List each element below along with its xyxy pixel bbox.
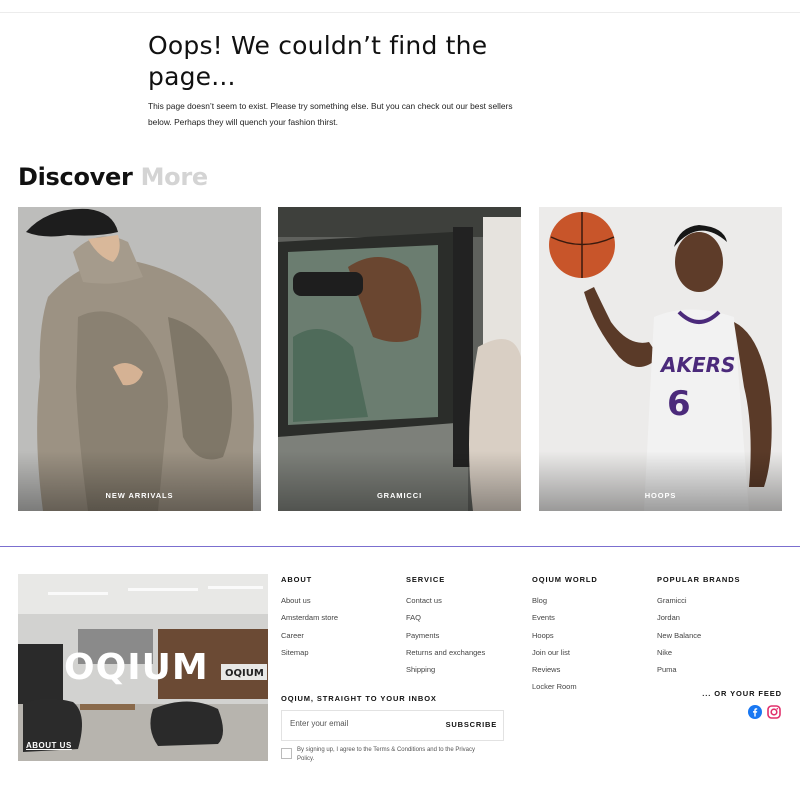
footer-link[interactable]: About us xyxy=(281,596,338,605)
card-label: NEW ARRIVALS xyxy=(105,491,174,500)
discover-heading: Discover More xyxy=(18,163,208,191)
footer-link[interactable]: Blog xyxy=(532,596,598,605)
footer-link[interactable]: Career xyxy=(281,631,338,640)
instagram-icon[interactable] xyxy=(767,705,781,719)
facebook-icon[interactable] xyxy=(748,705,762,719)
top-divider xyxy=(0,12,800,13)
footer-column-service: SERVICE Contact us FAQ Payments Returns … xyxy=(406,575,485,682)
card-shade xyxy=(278,451,521,511)
social-title: ... OR YOUR FEED xyxy=(702,689,782,698)
email-input[interactable] xyxy=(290,719,430,728)
error-message: This page doesn’t seem to exist. Please … xyxy=(148,101,513,127)
footer-link[interactable]: Hoops xyxy=(532,631,598,640)
footer-link[interactable]: Contact us xyxy=(406,596,485,605)
footer-link[interactable]: Returns and exchanges xyxy=(406,648,485,657)
footer-column-popular-brands: POPULAR BRANDS Gramicci Jordan New Balan… xyxy=(657,575,740,682)
discover-title-accent: More xyxy=(140,163,209,191)
footer-link[interactable]: Amsterdam store xyxy=(281,613,338,622)
footer-link[interactable]: Jordan xyxy=(657,613,740,622)
column-title: SERVICE xyxy=(406,575,446,584)
store-sign-text: OQIUM xyxy=(225,668,264,679)
store-brand-text: OQIUM xyxy=(64,647,209,688)
svg-text:AKERS: AKERS xyxy=(659,353,735,377)
error-title: Oops! We couldn’t find the page... xyxy=(148,31,488,91)
footer-link[interactable]: Sitemap xyxy=(281,648,338,657)
svg-text:6: 6 xyxy=(667,384,691,424)
newsletter-form: SUBSCRIBE xyxy=(281,710,504,741)
subscribe-button[interactable]: SUBSCRIBE xyxy=(446,720,497,729)
store-photo: OQIUM OQIUM xyxy=(18,574,268,761)
footer-link[interactable]: Join our list xyxy=(532,648,598,657)
footer-column-about: ABOUT About us Amsterdam store Career Si… xyxy=(281,575,338,665)
card-label: HOOPS xyxy=(644,491,677,500)
footer-link[interactable]: Events xyxy=(532,613,598,622)
newsletter-title: OQIUM, STRAIGHT TO YOUR INBOX xyxy=(281,694,437,703)
card-new-arrivals[interactable]: NEW ARRIVALS xyxy=(18,207,261,511)
footer-column-oqium-world: OQIUM WORLD Blog Events Hoops Join our l… xyxy=(532,575,598,700)
column-title: OQIUM WORLD xyxy=(532,575,598,584)
card-label: GRAMICCI xyxy=(376,491,423,500)
consent-checkbox[interactable] xyxy=(281,748,292,759)
footer-link[interactable]: Puma xyxy=(657,665,740,674)
footer-link[interactable]: Reviews xyxy=(532,665,598,674)
footer-link[interactable]: Nike xyxy=(657,648,740,657)
footer-link[interactable]: FAQ xyxy=(406,613,485,622)
store-image: OQIUM OQIUM ABOUT US xyxy=(18,574,268,761)
column-title: ABOUT xyxy=(281,575,313,584)
column-title: POPULAR BRANDS xyxy=(657,575,741,584)
footer-link[interactable]: Locker Room xyxy=(532,682,598,691)
footer-link[interactable]: New Balance xyxy=(657,631,740,640)
card-shade xyxy=(18,451,261,511)
card-gramicci[interactable]: GRAMICCI xyxy=(278,207,521,511)
footer-divider xyxy=(0,546,800,547)
about-us-link[interactable]: ABOUT US xyxy=(26,741,72,750)
card-hoops[interactable]: AKERS 6 HOOPS xyxy=(539,207,782,511)
discover-title-main: Discover xyxy=(18,163,133,191)
footer-link[interactable]: Payments xyxy=(406,631,485,640)
card-shade xyxy=(539,451,782,511)
footer-link[interactable]: Gramicci xyxy=(657,596,740,605)
consent-text: By signing up, I agree to the Terms & Co… xyxy=(297,747,475,762)
footer-link[interactable]: Shipping xyxy=(406,665,485,674)
